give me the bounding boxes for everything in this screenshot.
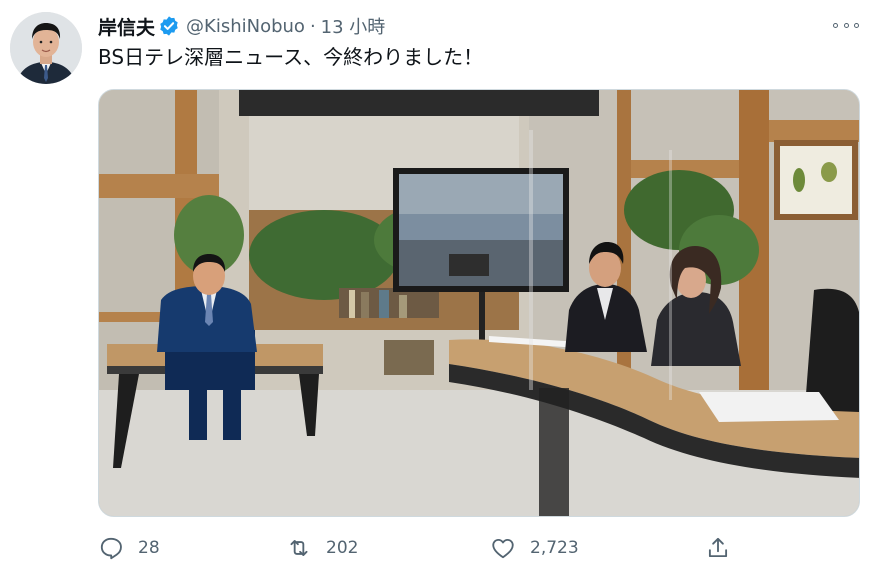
author-handle[interactable]: @KishiNobuo bbox=[186, 16, 305, 37]
reply-button[interactable]: 28 bbox=[98, 530, 160, 566]
separator-dot: · bbox=[309, 15, 316, 37]
tweet-card[interactable]: 岸信夫 @KishiNobuo · 13 小時 BS日テレ深層ニュース、今終わり… bbox=[0, 0, 871, 568]
more-options-button[interactable] bbox=[833, 14, 859, 36]
tweet-photo[interactable] bbox=[98, 89, 860, 517]
tweet-timestamp[interactable]: 13 小時 bbox=[321, 13, 386, 39]
reply-icon bbox=[100, 537, 122, 560]
retweet-button[interactable]: 202 bbox=[286, 530, 358, 566]
studio-photo bbox=[99, 90, 859, 516]
retweet-count: 202 bbox=[326, 538, 359, 558]
more-horizontal-icon bbox=[833, 22, 838, 28]
tweet-text: BS日テレ深層ニュース、今終わりました！ bbox=[98, 45, 484, 69]
like-count: 2,723 bbox=[530, 538, 579, 558]
tweet-header: 岸信夫 @KishiNobuo · 13 小時 bbox=[98, 12, 385, 40]
share-button[interactable] bbox=[705, 530, 731, 566]
author-name[interactable]: 岸信夫 bbox=[98, 13, 155, 40]
verified-badge-icon bbox=[160, 16, 178, 36]
reply-count: 28 bbox=[138, 538, 160, 558]
avatar[interactable] bbox=[10, 12, 82, 84]
share-icon bbox=[708, 537, 728, 558]
heart-icon bbox=[492, 538, 514, 559]
like-button[interactable]: 2,723 bbox=[490, 530, 579, 566]
avatar-image bbox=[10, 12, 82, 84]
tweet-actions: 28 202 2,723 bbox=[98, 530, 860, 566]
retweet-icon bbox=[290, 540, 308, 556]
